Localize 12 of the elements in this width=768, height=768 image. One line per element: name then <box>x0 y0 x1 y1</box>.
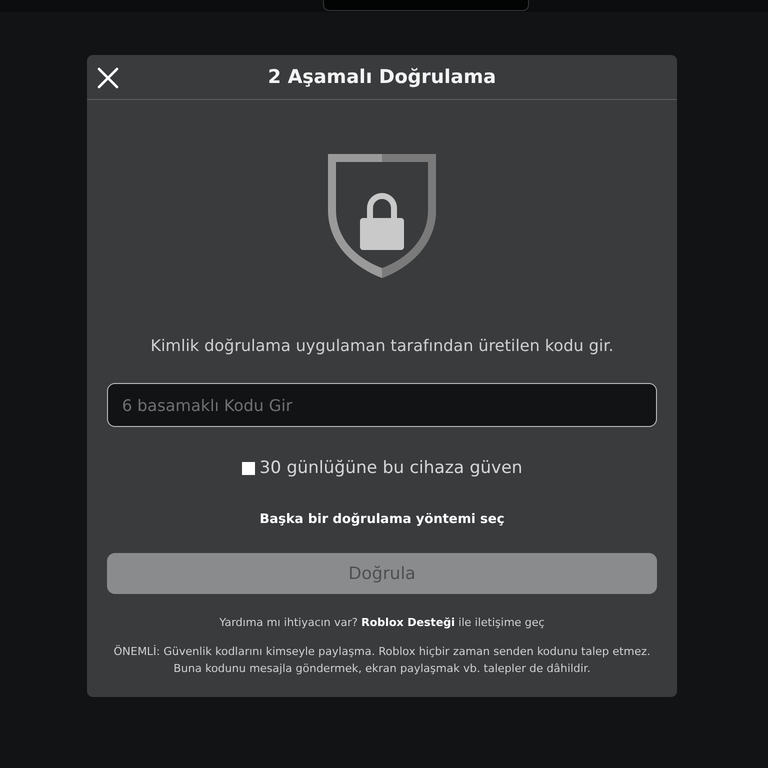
close-button[interactable] <box>95 65 121 91</box>
close-icon <box>95 65 121 91</box>
trust-checkbox[interactable] <box>242 462 255 474</box>
code-field[interactable]: 6 basamaklı Kodu Gir <box>107 383 657 427</box>
other-method-link[interactable]: Başka bir doğrulama yöntemi seç <box>260 512 504 527</box>
trust-label: 30 günlüğüne bu cihaza güven <box>260 458 522 478</box>
notice-text: ÖNEMLİ: Güvenlik kodlarını kimseyle paylaşma. Roblox hiçbir zaman senden kodunu talep etmez. Buna kodunu mesajla göndermek, ekran paylaşmak vb. talepler de dâhildir. <box>112 644 652 677</box>
instruction-text: Kimlik doğrulama uygulaman tarafından üretilen kodu gir. <box>150 336 614 355</box>
search-field[interactable] <box>323 0 529 11</box>
help-text: Yardıma mı ihtiyacın var? Roblox Desteği ile iletişime geç <box>219 616 545 629</box>
dialog-title: 2 Aşamalı Doğrulama <box>268 66 496 88</box>
support-link[interactable]: Roblox Desteği <box>361 616 455 629</box>
